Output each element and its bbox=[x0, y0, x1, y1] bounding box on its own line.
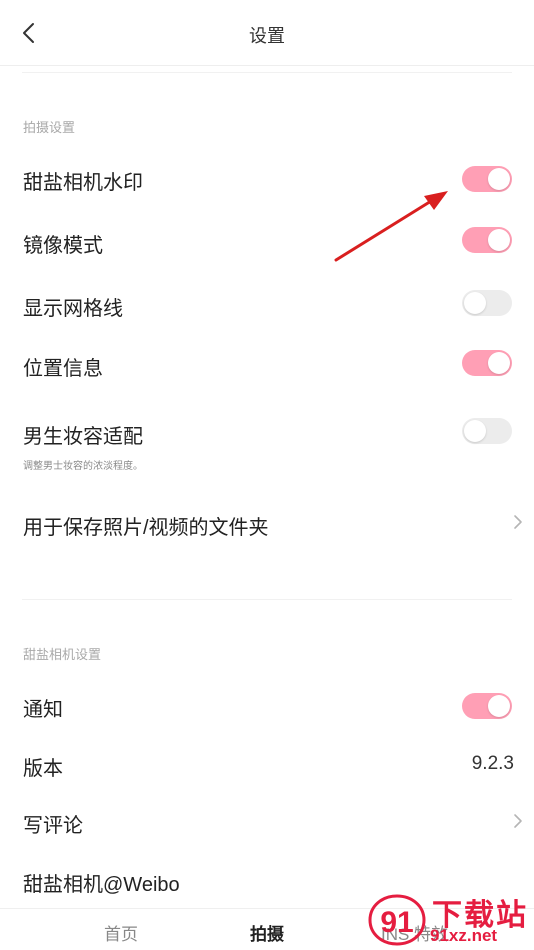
section-label-app: 甜盐相机设置 bbox=[23, 647, 102, 662]
tab-ins-effects[interactable]: INS 特效 bbox=[381, 920, 448, 945]
male-makeup-toggle[interactable] bbox=[462, 418, 512, 444]
notification-label: 通知 bbox=[23, 699, 63, 721]
notification-toggle[interactable] bbox=[462, 693, 512, 719]
watermark-toggle[interactable] bbox=[462, 166, 512, 192]
chevron-right-icon[interactable] bbox=[510, 812, 524, 830]
toggle-knob bbox=[488, 168, 510, 190]
tab-home[interactable]: 首页 bbox=[104, 920, 138, 945]
header-bar: 设置 bbox=[0, 0, 534, 66]
mirror-mode-label: 镜像模式 bbox=[23, 235, 103, 257]
watermark-setting-label: 甜盐相机水印 bbox=[23, 172, 143, 194]
tab-shoot[interactable]: 拍摄 bbox=[250, 920, 284, 945]
toggle-knob bbox=[488, 229, 510, 251]
toggle-knob bbox=[488, 695, 510, 717]
grid-lines-toggle[interactable] bbox=[462, 290, 512, 316]
male-makeup-description: 调整男士妆容的浓淡程度。 bbox=[23, 461, 143, 472]
write-review-label[interactable]: 写评论 bbox=[23, 809, 83, 838]
chevron-right-icon[interactable] bbox=[510, 513, 524, 531]
annotation-arrow-icon bbox=[334, 191, 448, 262]
weibo-link-label[interactable]: 甜盐相机@Weibo bbox=[23, 868, 180, 897]
version-label: 版本 bbox=[23, 758, 63, 780]
version-value: 9.2.3 bbox=[471, 753, 514, 774]
mirror-mode-toggle[interactable] bbox=[462, 227, 512, 253]
save-folder-label[interactable]: 用于保存照片/视频的文件夹 bbox=[23, 511, 269, 540]
location-info-label: 位置信息 bbox=[23, 358, 103, 380]
toggle-knob bbox=[464, 292, 486, 314]
divider bbox=[22, 72, 512, 73]
divider bbox=[22, 599, 512, 600]
page-title: 设置 bbox=[249, 26, 285, 46]
grid-lines-label: 显示网格线 bbox=[23, 298, 123, 320]
bottom-tab-bar: 首页 拍摄 INS 特效 bbox=[0, 908, 534, 950]
location-info-toggle[interactable] bbox=[462, 350, 512, 376]
toggle-knob bbox=[488, 352, 510, 374]
section-label-shooting: 拍摄设置 bbox=[23, 120, 76, 135]
male-makeup-label: 男生妆容适配 bbox=[23, 426, 143, 448]
toggle-knob bbox=[464, 420, 486, 442]
